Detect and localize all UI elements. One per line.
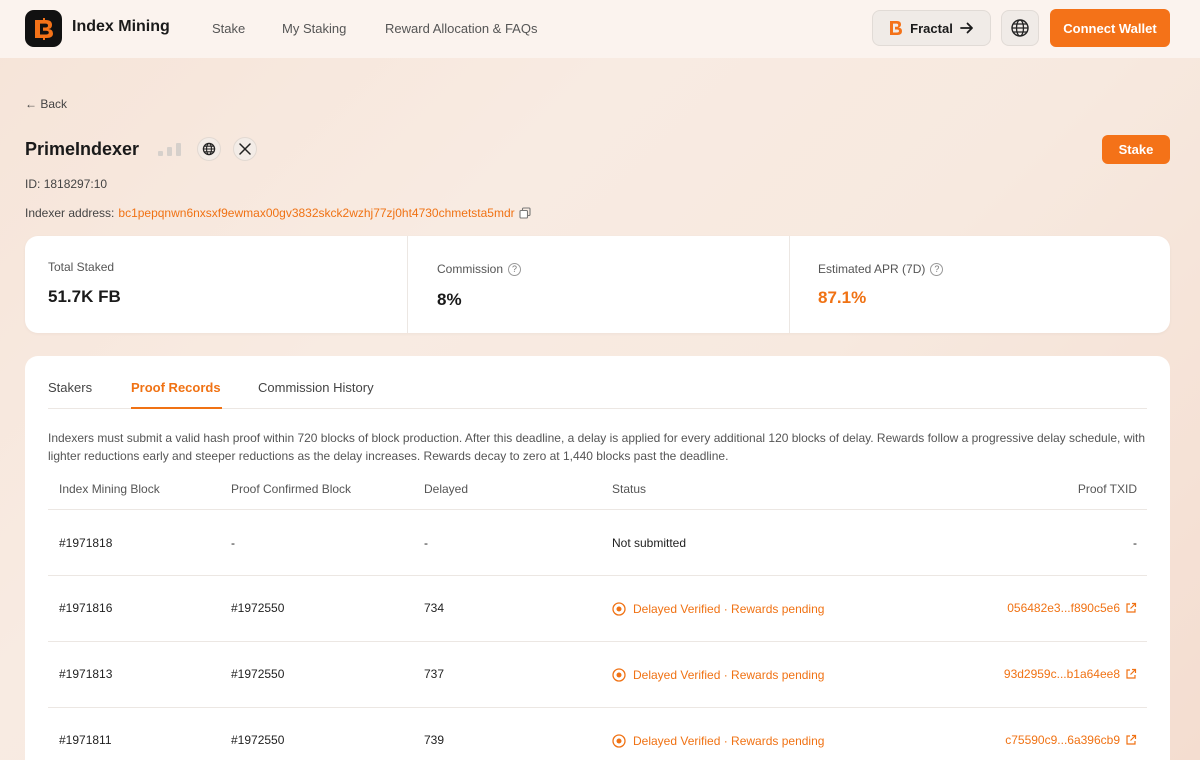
proof-deadline-notice: Indexers must submit a valid hash proof … <box>48 431 1146 463</box>
globe-icon <box>1011 19 1029 37</box>
arrow-right-icon <box>959 22 973 34</box>
row-divider <box>48 509 1147 510</box>
stats-card: Total Staked 51.7K FB Commission ? 8% Es… <box>25 236 1170 333</box>
row-confirmed: #1972550 <box>231 733 285 747</box>
nav-stake[interactable]: Stake <box>212 21 245 36</box>
row-confirmed: #1972550 <box>231 667 285 681</box>
nav-reward-allocation-faqs[interactable]: Reward Allocation & FAQs <box>385 21 537 36</box>
row-status: Delayed Verified · Rewards pending <box>612 668 824 682</box>
help-icon[interactable]: ? <box>930 262 944 276</box>
row-confirmed: #1972550 <box>231 601 285 615</box>
row-status-text: Delayed Verified · Rewards pending <box>633 734 825 748</box>
apr-label-text: Estimated APR (7D) <box>818 262 926 276</box>
row-txid[interactable]: 93d2959c...b1a64ee8 <box>1004 667 1120 681</box>
row-block: #1971818 <box>59 536 113 550</box>
row-divider <box>48 641 1147 642</box>
row-status-text: Delayed Verified · Rewards pending <box>633 668 825 682</box>
external-link-icon[interactable] <box>1125 668 1137 680</box>
pending-status-icon <box>612 734 626 748</box>
row-txid: - <box>1133 536 1137 550</box>
fractal-logo-icon <box>890 21 903 35</box>
network-label: Fractal <box>910 20 953 36</box>
total-staked-label-text: Total Staked <box>48 260 115 274</box>
row-status: Delayed Verified · Rewards pending <box>612 602 824 616</box>
col-proof-confirmed-block: Proof Confirmed Block <box>231 482 352 496</box>
col-proof-txid: Proof TXID <box>1077 482 1137 496</box>
commission-value: 8% <box>437 290 462 309</box>
x-logo-icon <box>239 143 251 155</box>
x-social-button[interactable] <box>233 137 257 161</box>
signal-strength-icon <box>158 143 181 156</box>
row-divider <box>48 707 1147 708</box>
apr-value: 87.1% <box>818 288 867 307</box>
stat-divider <box>789 236 790 333</box>
stat-divider <box>407 236 408 333</box>
tab-proof-records[interactable]: Proof Records <box>131 380 221 395</box>
commission-label-text: Commission <box>437 262 504 276</box>
records-card: Stakers Proof Records Commission History… <box>25 356 1170 760</box>
tab-stakers[interactable]: Stakers <box>48 380 92 395</box>
external-link-icon[interactable] <box>1125 602 1137 614</box>
tab-commission-history[interactable]: Commission History <box>258 380 374 395</box>
row-block: #1971811 <box>59 733 112 747</box>
address-label: Indexer address: <box>25 206 115 220</box>
row-txid-link[interactable]: 056482e3...f890c5e6 <box>1007 601 1137 615</box>
row-confirmed: - <box>231 536 235 550</box>
top-header: Index Mining Stake My Staking Reward All… <box>0 0 1200 58</box>
commission-label: Commission ? <box>437 262 522 276</box>
indexer-id: ID: 1818297:10 <box>25 177 107 191</box>
address-value[interactable]: bc1pepqnwn6nxsxf9ewmax00gv3832skck2wzhj7… <box>118 206 514 220</box>
help-icon[interactable]: ? <box>508 262 522 276</box>
row-delayed: 734 <box>424 601 445 615</box>
external-link-icon[interactable] <box>1125 734 1137 746</box>
row-delayed: - <box>424 536 428 550</box>
language-button[interactable] <box>1001 10 1039 46</box>
back-link[interactable]: ← Back <box>25 97 67 111</box>
active-tab-indicator <box>131 407 222 409</box>
total-staked-value: 51.7K FB <box>48 287 121 306</box>
row-status: Not submitted <box>612 536 687 550</box>
id-value: 1818297:10 <box>43 177 108 191</box>
pending-status-icon <box>612 602 626 616</box>
pending-status-icon <box>612 668 626 682</box>
row-txid-link[interactable]: c75590c9...6a396cb9 <box>1005 733 1137 747</box>
row-divider <box>48 575 1147 576</box>
apr-label: Estimated APR (7D) ? <box>818 262 944 276</box>
nav-my-staking[interactable]: My Staking <box>282 21 346 36</box>
network-fractal-button[interactable]: Fractal <box>872 10 991 46</box>
brand-name[interactable]: Index Mining <box>72 18 170 36</box>
row-block: #1971816 <box>59 601 113 615</box>
id-label: ID: <box>25 177 41 191</box>
brand-logo-icon[interactable] <box>25 10 62 47</box>
row-delayed: 739 <box>424 733 445 747</box>
col-delayed: Delayed <box>424 482 469 496</box>
row-block: #1971813 <box>59 667 113 681</box>
col-status: Status <box>612 482 647 496</box>
row-txid[interactable]: c75590c9...6a396cb9 <box>1005 733 1120 747</box>
total-staked-label: Total Staked <box>48 260 114 274</box>
stake-button[interactable]: Stake <box>1102 135 1170 164</box>
row-status-text: Delayed Verified · Rewards pending <box>633 602 825 616</box>
copy-icon[interactable] <box>519 207 531 219</box>
globe-icon <box>202 142 216 156</box>
row-status: Delayed Verified · Rewards pending <box>612 734 824 748</box>
indexer-name: PrimeIndexer <box>25 139 140 159</box>
indexer-address-row: Indexer address: bc1pepqnwn6nxsxf9ewmax0… <box>25 206 531 220</box>
row-delayed: 737 <box>424 667 445 681</box>
website-button[interactable] <box>197 137 221 161</box>
connect-wallet-button[interactable]: Connect Wallet <box>1050 9 1170 47</box>
row-txid-link[interactable]: 93d2959c...b1a64ee8 <box>1004 667 1137 681</box>
col-index-mining-block: Index Mining Block <box>59 482 160 496</box>
row-txid[interactable]: 056482e3...f890c5e6 <box>1007 601 1120 615</box>
